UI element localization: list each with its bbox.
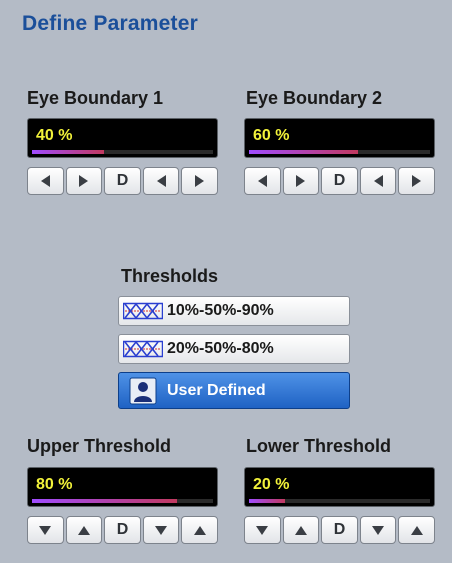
eye-boundary-1-level-fill xyxy=(32,150,105,154)
lower-threshold-level-fill xyxy=(249,499,286,503)
lower-threshold-fine-increase-button[interactable] xyxy=(398,516,435,544)
eye-boundary-2-coarse-increase-button[interactable] xyxy=(282,167,320,195)
eye-boundary-2-level-fill xyxy=(249,150,358,154)
lower-threshold-label: Lower Threshold xyxy=(246,436,392,456)
right-arrow-icon xyxy=(195,175,205,187)
lower-threshold-display[interactable]: 20 % xyxy=(244,467,435,507)
lower-threshold-level-track xyxy=(249,499,430,503)
left-arrow-icon xyxy=(257,175,267,187)
left-arrow-icon xyxy=(40,175,50,187)
down-arrow-icon xyxy=(155,525,168,535)
upper-threshold-coarse-increase-button[interactable] xyxy=(65,516,103,544)
eye-boundary-1-fine-decrease-button[interactable] xyxy=(142,167,180,195)
upper-threshold-coarse-decrease-button[interactable] xyxy=(27,516,64,544)
up-arrow-icon xyxy=(193,525,206,535)
upper-threshold-default-button[interactable]: D xyxy=(104,516,141,544)
upper-threshold-fine-decrease-button[interactable] xyxy=(142,516,180,544)
up-arrow-icon xyxy=(410,525,423,535)
left-arrow-icon xyxy=(156,175,166,187)
upper-threshold-fine-increase-button[interactable] xyxy=(181,516,218,544)
upper-threshold-level-track xyxy=(32,499,213,503)
eye-boundary-1-controls: D xyxy=(27,167,218,195)
eye-boundary-1-coarse-increase-button[interactable] xyxy=(65,167,103,195)
xx-waveform-icon xyxy=(119,301,167,321)
up-arrow-icon xyxy=(294,525,307,535)
threshold-option-label: User Defined xyxy=(167,381,266,399)
right-arrow-icon xyxy=(296,175,306,187)
eye-boundary-2-default-button[interactable]: D xyxy=(321,167,358,195)
panel-edge xyxy=(452,0,457,563)
upper-threshold-value: 80 % xyxy=(36,476,73,493)
user-icon xyxy=(119,377,167,405)
threshold-option-10-50-90[interactable]: 10%-50%-90% xyxy=(118,296,350,326)
eye-boundary-1-fine-increase-button[interactable] xyxy=(181,167,218,195)
eye-boundary-2-level-track xyxy=(249,150,430,154)
down-arrow-icon xyxy=(372,525,385,535)
eye-boundary-2-label: Eye Boundary 2 xyxy=(246,88,383,108)
eye-boundary-2-fine-decrease-button[interactable] xyxy=(359,167,397,195)
xx-waveform-icon xyxy=(119,339,167,359)
upper-threshold-label: Upper Threshold xyxy=(27,436,172,456)
thresholds-label: Thresholds xyxy=(121,266,219,286)
lower-threshold-value: 20 % xyxy=(253,476,290,493)
threshold-option-user-defined[interactable]: User Defined xyxy=(118,372,350,409)
lower-threshold-coarse-increase-button[interactable] xyxy=(282,516,320,544)
lower-threshold-fine-decrease-button[interactable] xyxy=(359,516,397,544)
right-arrow-icon xyxy=(79,175,89,187)
eye-boundary-2-value: 60 % xyxy=(253,127,290,144)
right-arrow-icon xyxy=(412,175,422,187)
page-title: Define Parameter xyxy=(22,12,198,35)
eye-boundary-1-value: 40 % xyxy=(36,127,73,144)
upper-threshold-level-fill xyxy=(32,499,177,503)
eye-boundary-2-controls: D xyxy=(244,167,435,195)
left-arrow-icon xyxy=(373,175,383,187)
upper-threshold-controls: D xyxy=(27,516,218,544)
lower-threshold-controls: D xyxy=(244,516,435,544)
up-arrow-icon xyxy=(77,525,90,535)
down-arrow-icon xyxy=(256,525,269,535)
eye-boundary-2-fine-increase-button[interactable] xyxy=(398,167,435,195)
eye-boundary-1-coarse-decrease-button[interactable] xyxy=(27,167,64,195)
down-arrow-icon xyxy=(39,525,52,535)
eye-boundary-1-label: Eye Boundary 1 xyxy=(27,88,164,108)
eye-boundary-2-display[interactable]: 60 % xyxy=(244,118,435,158)
threshold-option-label: 20%-50%-80% xyxy=(167,340,274,357)
eye-boundary-2-coarse-decrease-button[interactable] xyxy=(244,167,281,195)
eye-boundary-1-default-button[interactable]: D xyxy=(104,167,141,195)
eye-boundary-1-level-track xyxy=(32,150,213,154)
upper-threshold-display[interactable]: 80 % xyxy=(27,467,218,507)
eye-boundary-1-display[interactable]: 40 % xyxy=(27,118,218,158)
threshold-option-label: 10%-50%-90% xyxy=(167,302,274,319)
lower-threshold-default-button[interactable]: D xyxy=(321,516,358,544)
lower-threshold-coarse-decrease-button[interactable] xyxy=(244,516,281,544)
threshold-option-20-50-80[interactable]: 20%-50%-80% xyxy=(118,334,350,364)
